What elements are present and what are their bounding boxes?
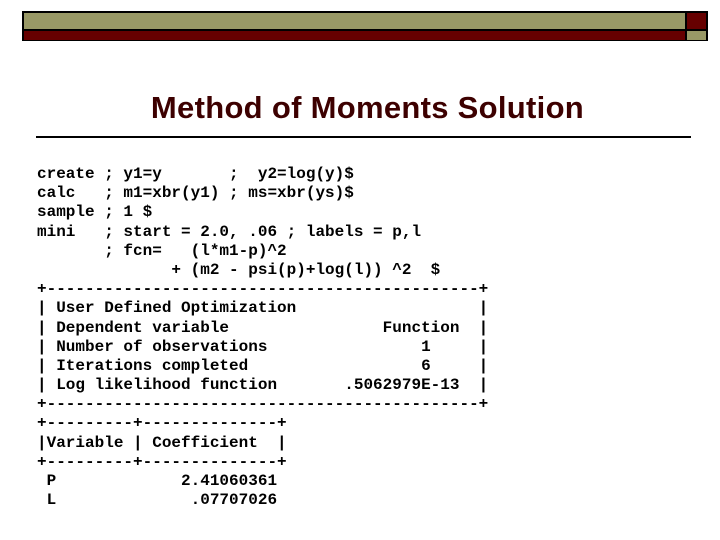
command-line-fcn-cont: + (m2 - psi(p)+log(l)) ^2 $ xyxy=(37,260,441,279)
header-olive-band xyxy=(24,13,685,29)
title-divider xyxy=(36,136,691,138)
command-line-create: create ; y1=y ; y2=log(y)$ xyxy=(37,165,354,183)
header-red-band xyxy=(24,31,685,40)
slide-header-bar xyxy=(22,11,708,41)
command-line-sample: sample ; 1 $ xyxy=(37,203,153,222)
summary-box-border-bottom: +---------------------------------------… xyxy=(37,395,489,414)
summary-row-log-likelihood: | Log likelihood function .5062979E-13 | xyxy=(37,376,489,395)
coef-table-border-top: +---------+--------------+ xyxy=(37,414,287,433)
coef-row-l: L .07707026 xyxy=(37,491,278,510)
coef-table-border-mid: +---------+--------------+ xyxy=(37,452,287,471)
summary-row-iterations: | Iterations completed 6 | xyxy=(37,356,489,375)
command-line-mini: mini ; start = 2.0, .06 ; labels = p,l xyxy=(37,222,422,241)
summary-row-observations: | Number of observations 1 | xyxy=(37,337,489,356)
summary-box-border-top: +---------------------------------------… xyxy=(37,280,489,299)
slide-title: Method of Moments Solution xyxy=(150,90,585,125)
coef-table-header: |Variable | Coefficient | xyxy=(37,433,287,452)
header-olive-square xyxy=(687,31,706,40)
program-output: create ; y1=y ; y2=log(y)$ calc ; m1=xbr(… xyxy=(37,165,488,510)
coef-row-p: P 2.41060361 xyxy=(37,472,278,490)
command-line-calc: calc ; m1=xbr(y1) ; ms=xbr(ys)$ xyxy=(37,184,354,203)
header-red-square xyxy=(687,13,706,29)
command-line-fcn: ; fcn= (l*m1-p)^2 xyxy=(37,241,287,260)
summary-row-dependent-variable: | Dependent variable Function | xyxy=(37,318,489,337)
summary-row-title: | User Defined Optimization | xyxy=(37,299,489,318)
